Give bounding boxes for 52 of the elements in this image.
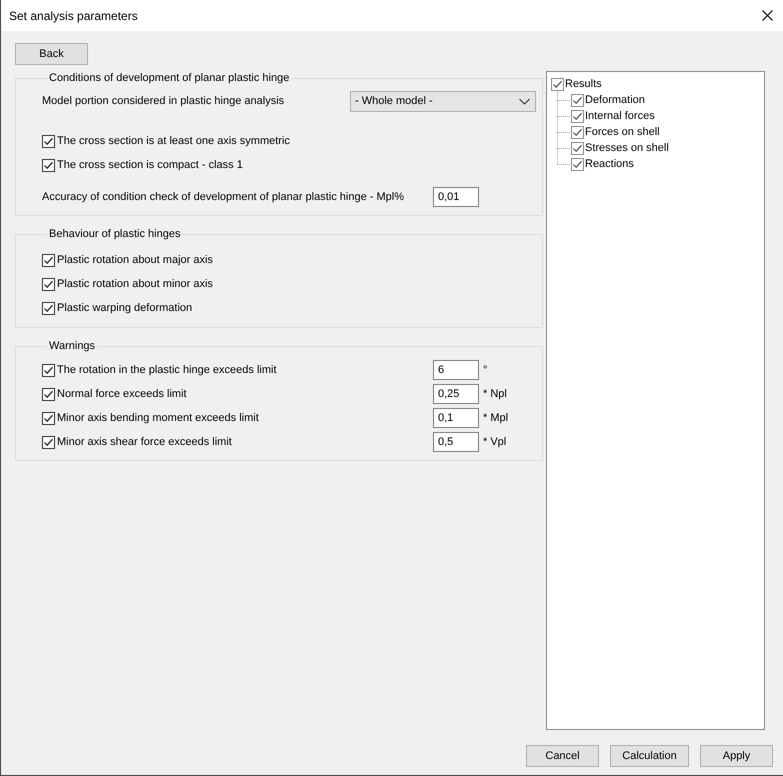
dialog-button[interactable]: Calculation	[610, 745, 689, 767]
group-title: Warnings	[48, 340, 96, 352]
checkbox[interactable]	[42, 436, 55, 448]
limit-field[interactable]: 6	[433, 360, 479, 380]
chevron-down-icon	[519, 98, 530, 104]
checkbox-label: The rotation in the plastic hinge exceeds limit	[57, 364, 277, 376]
checkbox[interactable]	[42, 302, 55, 314]
dialog-button[interactable]: Apply	[700, 745, 773, 767]
unit-label: * Mpl	[483, 412, 508, 424]
checkbox-label: Plastic rotation about minor axis	[57, 278, 213, 290]
checkbox-label: Minor axis shear force exceeds limit	[57, 436, 232, 448]
unit-label: * Vpl	[483, 436, 506, 448]
checkbox-label: The cross section is at least one axis symmetric	[57, 135, 290, 147]
tree-item[interactable]: Results	[565, 78, 602, 90]
checkbox[interactable]	[571, 94, 584, 106]
close-icon[interactable]	[762, 10, 773, 21]
tree-item[interactable]: Internal forces	[585, 110, 655, 122]
checkbox[interactable]	[42, 278, 55, 290]
limit-field[interactable]: 0,25	[433, 384, 479, 404]
checkbox-label: The cross section is compact - class 1	[57, 159, 243, 171]
checkbox[interactable]	[42, 134, 55, 148]
model-dropdown[interactable]: - Whole model -	[350, 90, 536, 112]
checkbox[interactable]	[571, 158, 584, 170]
limit-field[interactable]: 0,1	[433, 408, 479, 428]
accuracy-field[interactable]: 0,01	[433, 186, 479, 206]
checkbox[interactable]	[571, 142, 584, 154]
field-label: Accuracy of condition check of development of planar plastic hinge - Mpl%	[42, 190, 405, 202]
checkbox-label: Minor axis bending moment exceeds limit	[57, 412, 259, 424]
checkbox-label: Normal force exceeds limit	[57, 388, 187, 400]
tree-item[interactable]: Forces on shell	[585, 126, 660, 138]
checkbox[interactable]	[571, 126, 584, 138]
checkbox[interactable]	[42, 412, 55, 424]
field-label: Model portion considered in plastic hinge analysis	[42, 95, 286, 107]
group-title: Behaviour of plastic hinges	[48, 228, 182, 240]
group-title: Conditions of development of planar plastic hinge	[48, 72, 290, 84]
back-button[interactable]: Back	[15, 43, 88, 65]
tree-item[interactable]: Reactions	[585, 158, 634, 170]
checkbox[interactable]	[42, 254, 55, 266]
checkbox-label: Plastic warping deformation	[57, 302, 192, 314]
tree-item[interactable]: Deformation	[585, 94, 645, 106]
checkbox[interactable]	[42, 388, 55, 400]
checkbox[interactable]	[551, 78, 564, 90]
dialog-button[interactable]: Cancel	[526, 745, 599, 767]
checkbox[interactable]	[571, 110, 584, 122]
checkbox[interactable]	[42, 364, 55, 376]
checkbox-label: Plastic rotation about major axis	[57, 254, 213, 266]
tree-item[interactable]: Stresses on shell	[585, 142, 669, 154]
unit-label: * Npl	[483, 388, 507, 400]
limit-field[interactable]: 0,5	[433, 432, 479, 452]
window-title: Set analysis parameters	[9, 8, 138, 22]
checkbox[interactable]	[42, 158, 55, 172]
unit-label: °	[483, 364, 488, 376]
